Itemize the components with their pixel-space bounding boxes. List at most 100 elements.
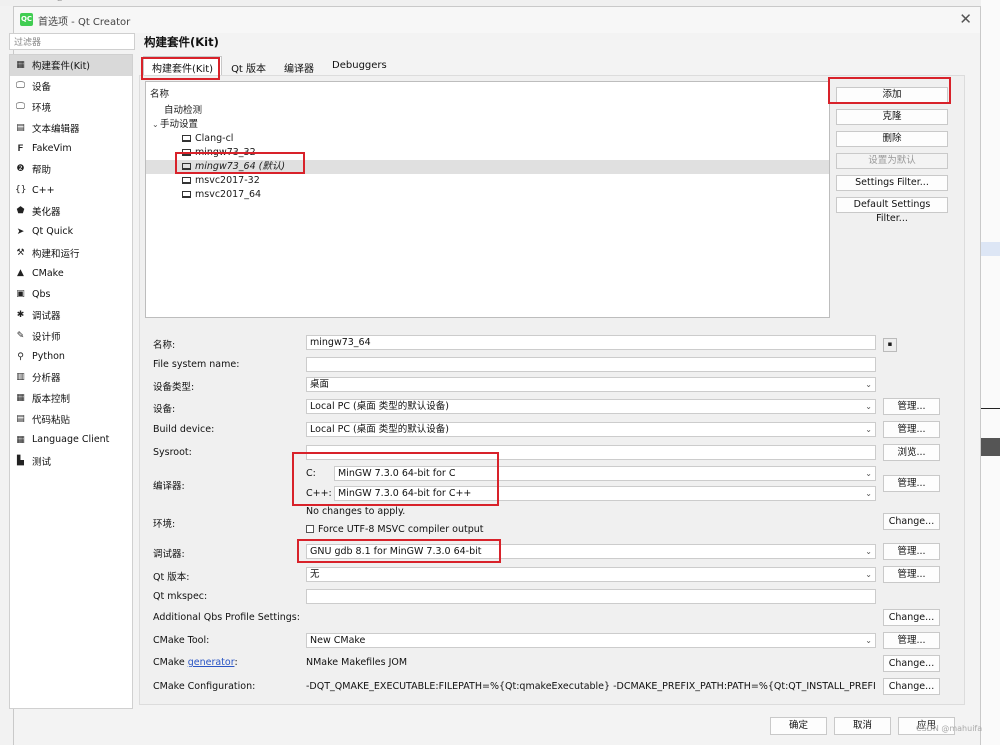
ok-button[interactable]: 确定 bbox=[770, 717, 827, 735]
tab-compilers[interactable]: 编译器 bbox=[275, 56, 323, 76]
manage-qt-version-button[interactable]: 管理... bbox=[883, 566, 940, 583]
sidebar-item[interactable]: ▲ CMake bbox=[10, 263, 132, 284]
sidebar-item[interactable]: ✎ 设计师 bbox=[10, 325, 132, 346]
sidebar-item[interactable]: ⬟ 美化器 bbox=[10, 201, 132, 222]
force-utf8-checkbox[interactable]: Force UTF-8 MSVC compiler output bbox=[306, 524, 484, 535]
qt-version-select[interactable]: 无 ⌄ bbox=[306, 567, 876, 582]
delete-kit-button[interactable]: 删除 bbox=[836, 131, 948, 147]
sidebar-item-label: Qt Quick bbox=[32, 226, 74, 238]
tab-qt-versions[interactable]: Qt 版本 bbox=[222, 56, 275, 76]
debugger-label: 调试器: bbox=[153, 549, 185, 560]
cmake-config-label: CMake Configuration: bbox=[153, 681, 256, 692]
debugger-value: GNU gdb 8.1 for MinGW 7.3.0 64-bit bbox=[310, 546, 482, 557]
tree-node-manual[interactable]: ⌄手动设置 bbox=[152, 118, 198, 132]
sidebar-item[interactable]: ▙ 测试 bbox=[10, 450, 132, 471]
sidebar-item[interactable]: ▤ 代码粘贴 bbox=[10, 409, 132, 430]
manage-device-button[interactable]: 管理... bbox=[883, 398, 940, 415]
cmake-tool-value: New CMake bbox=[310, 635, 366, 646]
chevron-down-icon: ⌄ bbox=[865, 636, 872, 645]
set-default-button[interactable]: 设置为默认 bbox=[836, 153, 948, 169]
manage-build-device-button[interactable]: 管理... bbox=[883, 421, 940, 438]
sidebar-item[interactable]: ➤ Qt Quick bbox=[10, 221, 132, 242]
generator-link[interactable]: generator bbox=[188, 657, 235, 668]
sidebar-item-label: 分析器 bbox=[32, 373, 61, 385]
sidebar-item[interactable]: ⚲ Python bbox=[10, 346, 132, 367]
sidebar-item-label: 美化器 bbox=[32, 206, 61, 218]
compiler-cpp-select[interactable]: MinGW 7.3.0 64-bit for C++ ⌄ bbox=[334, 486, 876, 501]
sidebar-item[interactable]: ⚒ 构建和运行 bbox=[10, 242, 132, 263]
sidebar-item-label: Python bbox=[32, 351, 65, 363]
tree-kit-item[interactable]: Clang-cl bbox=[182, 132, 233, 146]
mkspec-input[interactable] bbox=[306, 589, 876, 604]
sidebar-item-label: 帮助 bbox=[32, 165, 52, 177]
compiler-c-select[interactable]: MinGW 7.3.0 64-bit for C ⌄ bbox=[334, 466, 876, 481]
sidebar-item[interactable]: ▦ 版本控制 bbox=[10, 388, 132, 409]
device-select[interactable]: Local PC (桌面 类型的默认设备) ⌄ bbox=[306, 399, 876, 414]
cmake-tool-select[interactable]: New CMake ⌄ bbox=[306, 633, 876, 648]
sysroot-input[interactable] bbox=[306, 445, 876, 460]
sidebar-item-label: 代码粘贴 bbox=[32, 414, 71, 426]
tree-kit-item[interactable]: msvc2017_64 bbox=[182, 188, 261, 202]
sidebar-item[interactable]: ▦ 构建套件(Kit) bbox=[10, 55, 132, 76]
tab-kits[interactable]: 构建套件(Kit) bbox=[143, 56, 223, 76]
kit-icon-button[interactable]: ▪ bbox=[883, 338, 897, 352]
sidebar-item-icon: ▦ bbox=[16, 60, 25, 71]
add-kit-button[interactable]: 添加 bbox=[836, 87, 948, 103]
filter-input[interactable] bbox=[9, 33, 135, 50]
monitor-icon bbox=[182, 191, 191, 198]
sidebar-item[interactable]: ❷ 帮助 bbox=[10, 159, 132, 180]
device-type-label: 设备类型: bbox=[153, 382, 195, 393]
sidebar-item[interactable]: ▥ 分析器 bbox=[10, 367, 132, 388]
environment-value: No changes to apply. bbox=[306, 506, 406, 517]
tab-bar: 构建套件(Kit) Qt 版本 编译器 Debuggers bbox=[143, 56, 396, 76]
kit-name-input[interactable]: mingw73_64 bbox=[306, 335, 876, 350]
manage-cmake-button[interactable]: 管理... bbox=[883, 632, 940, 649]
clone-kit-button[interactable]: 克隆 bbox=[836, 109, 948, 125]
device-type-value: 桌面 bbox=[310, 379, 330, 390]
sidebar-item[interactable]: ▤ 文本编辑器 bbox=[10, 117, 132, 138]
checkbox-icon[interactable] bbox=[306, 525, 314, 533]
sidebar-item[interactable]: ▣ Qbs bbox=[10, 284, 132, 305]
chevron-down-icon[interactable]: ⌄ bbox=[152, 118, 160, 132]
fs-name-input[interactable] bbox=[306, 357, 876, 372]
mkspec-label: Qt mkspec: bbox=[153, 591, 208, 602]
sidebar-item[interactable]: 🖵 设备 bbox=[10, 76, 132, 97]
change-generator-button[interactable]: Change... bbox=[883, 655, 940, 672]
sidebar-item[interactable]: {} C++ bbox=[10, 180, 132, 201]
manage-debugger-button[interactable]: 管理... bbox=[883, 543, 940, 560]
monitor-icon bbox=[182, 163, 191, 170]
cmake-generator-label: CMake generator: bbox=[153, 657, 238, 668]
device-type-select[interactable]: 桌面 ⌄ bbox=[306, 377, 876, 392]
build-device-select[interactable]: Local PC (桌面 类型的默认设备) ⌄ bbox=[306, 422, 876, 437]
sidebar-item-icon: ⚒ bbox=[16, 247, 25, 258]
close-icon[interactable]: ✕ bbox=[959, 10, 972, 28]
tab-debuggers[interactable]: Debuggers bbox=[323, 56, 396, 76]
browse-sysroot-button[interactable]: 浏览... bbox=[883, 444, 940, 461]
manage-compiler-button[interactable]: 管理... bbox=[883, 475, 940, 492]
sidebar-item[interactable]: 𝐅 FakeVim bbox=[10, 138, 132, 159]
change-qbs-button[interactable]: Change... bbox=[883, 609, 940, 626]
tree-kit-item-selected[interactable]: mingw73_64 (默认) bbox=[146, 160, 829, 174]
cmake-generator-value: NMake Makefiles JOM bbox=[306, 657, 408, 668]
qt-creator-icon: QC bbox=[20, 13, 33, 26]
tree-kit-item[interactable]: msvc2017-32 bbox=[182, 174, 260, 188]
sidebar-item-label: 版本控制 bbox=[32, 394, 71, 406]
debugger-select[interactable]: GNU gdb 8.1 for MinGW 7.3.0 64-bit ⌄ bbox=[306, 544, 876, 559]
default-settings-filter-button[interactable]: Default Settings Filter... bbox=[836, 197, 948, 224]
sidebar-item[interactable]: ✱ 调试器 bbox=[10, 305, 132, 326]
change-environment-button[interactable]: Change... bbox=[883, 513, 940, 530]
sidebar-item-label: 设计师 bbox=[32, 331, 61, 343]
sidebar-item-label: Qbs bbox=[32, 288, 51, 300]
sidebar-item-icon: ▦ bbox=[16, 393, 25, 404]
tree-node-auto[interactable]: 自动检测 bbox=[164, 104, 202, 118]
settings-filter-button[interactable]: Settings Filter... bbox=[836, 175, 948, 191]
cancel-button[interactable]: 取消 bbox=[834, 717, 891, 735]
sidebar-item-icon: 𝐅 bbox=[17, 143, 24, 154]
kits-tree[interactable]: 名称 自动检测 ⌄手动设置 Clang-cl mingw73_32 mingw7… bbox=[145, 81, 830, 318]
change-cmake-config-button[interactable]: Change... bbox=[883, 678, 940, 695]
sidebar-item[interactable]: 🖵 环境 bbox=[10, 97, 132, 118]
tree-kit-item[interactable]: mingw73_32 bbox=[182, 146, 256, 160]
device-label: 设备: bbox=[153, 404, 176, 415]
sidebar-item[interactable]: ▦ Language Client bbox=[10, 429, 132, 450]
kit-label: msvc2017_64 bbox=[195, 189, 262, 200]
